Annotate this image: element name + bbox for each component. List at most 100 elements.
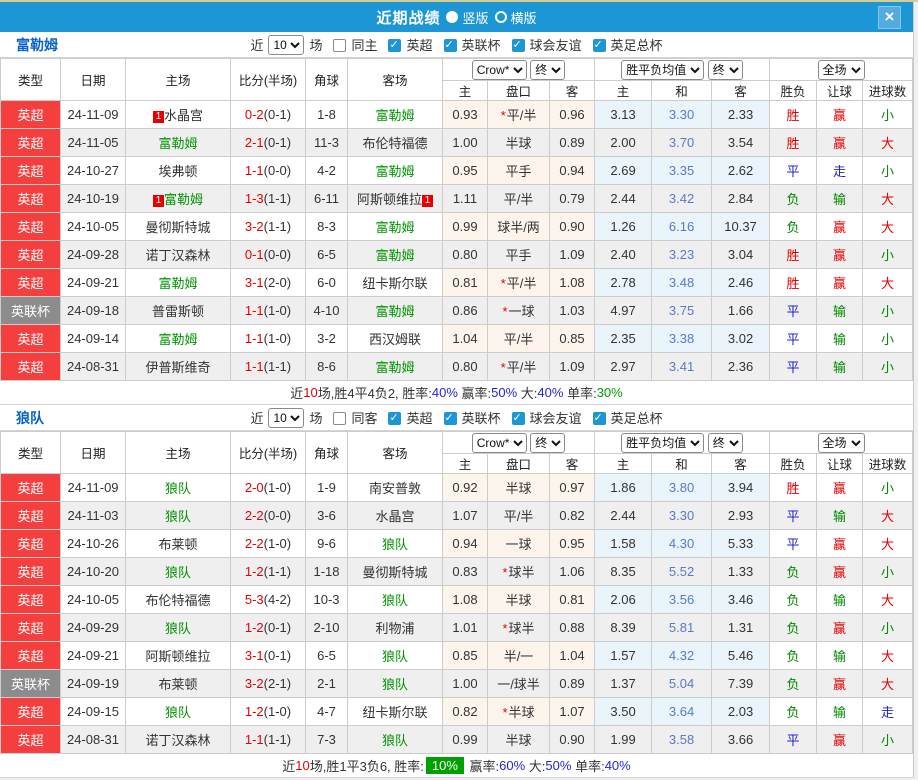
cell-date: 24-09-21 [60,268,126,297]
league-checkbox-premier[interactable] [388,38,402,52]
match-row: 英超 24-10-20 狼队 1-2(1-1) 1-18 曼彻斯特城 0.83 *球半 1.06… [0,557,914,586]
cell-away-team: 南安普敦 [347,473,443,502]
cell-away-odds: 0.81 [548,585,596,614]
cell-corners: 1-18 [305,557,348,586]
cell-corners: 2-10 [305,613,348,642]
cell-result-handicap: 输 [816,641,864,670]
cell-home-odds: 0.81 [442,268,488,297]
same-venue-checkbox[interactable] [333,39,347,52]
cell-result-goals: 小 [862,324,914,353]
cell-home-odds: 0.99 [442,212,488,241]
cell-avg-lose: 1.33 [711,557,771,586]
score-fulltime: 1-1 [244,359,264,374]
cell-result-wdl: 平 [769,352,818,381]
avg-source-select[interactable]: 胜平负均值 [621,432,705,453]
cell-date: 24-11-03 [60,501,126,530]
cell-home-odds: 0.94 [442,529,488,558]
star-icon: * [500,360,506,375]
cell-result-goals: 小 [862,296,914,325]
odds-scope-select[interactable]: 终 [530,59,566,80]
league-label-efl-cup: 英联杯 [461,411,501,426]
cell-home-odds: 1.04 [442,324,488,353]
cell-handicap: *平/半 [487,100,550,129]
radio-vertical-layout[interactable] [446,11,459,23]
matches-table: 类型 日期 主场 比分(半场) 角球 客场 Crow* 终 胜平负均值 终 全场… [0,431,914,754]
home-team-name: 埃弗顿 [158,164,198,179]
cell-handicap: 半球 [487,585,550,614]
match-count-select[interactable]: 10 [268,34,305,55]
home-team-name: 普雷斯顿 [151,304,204,319]
cell-score: 1-1(1-0) [230,324,306,353]
radio-vertical-label[interactable]: 竖版 [462,8,488,27]
score-halftime: (0-0) [263,247,292,262]
cell-score: 2-1(0-1) [230,128,306,157]
col-header-corner: 角球 [305,58,348,101]
score-halftime: (1-0) [263,536,292,551]
result-scope-select[interactable]: 全场 [817,59,865,80]
cell-away-odds: 1.09 [548,240,596,269]
summary-segment: 50% [545,758,572,773]
sub-header-handicap: 盘口 [487,80,550,101]
avg-scope-select[interactable]: 终 [707,432,743,453]
cell-competition: 英超 [0,585,61,614]
cell-avg-win: 3.50 [594,697,653,726]
cell-date: 24-10-20 [60,557,126,586]
league-checkbox-efl-cup[interactable] [443,38,457,52]
league-checkbox-efl-cup[interactable] [443,411,457,425]
away-team-name: 利物浦 [375,621,415,636]
star-icon: * [502,565,508,580]
match-row: 英超 24-11-09 1 水晶宫 0-2(0-1) 1-8 富勒姆 0.93 *平/半 0.96… [0,100,914,129]
cell-away-odds: 1.06 [548,557,596,586]
radio-horizontal-label[interactable]: 横版 [511,8,537,27]
score-halftime: (0-0) [263,508,292,523]
cell-away-team: 纽卡斯尔联 [347,697,443,726]
league-checkbox-friendly[interactable] [511,38,525,52]
cell-handicap: 平手 [487,156,550,185]
away-team-name: 狼队 [381,649,408,664]
cell-result-handicap: 赢 [816,613,864,642]
cell-avg-lose: 10.37 [711,212,771,241]
away-team-name: 富勒姆 [375,360,415,375]
match-row: 英超 24-09-15 狼队 1-2(1-0) 4-7 纽卡斯尔联 0.82 *半球 1.07 3… [0,697,914,726]
league-checkbox-premier[interactable] [388,411,402,425]
cell-score: 1-2(0-1) [230,613,306,642]
match-row: 英超 24-08-31 伊普斯维奇 1-1(1-1) 8-6 富勒姆 0.80 *平/半 1.0… [0,352,914,381]
close-icon[interactable]: × [878,6,901,29]
radio-horizontal-layout[interactable] [494,11,507,23]
home-team-name: 狼队 [164,481,191,496]
cell-avg-win: 2.40 [594,240,653,269]
cell-date: 24-11-09 [60,473,126,502]
sub-header-odds-away: 客 [548,80,596,101]
same-venue-checkbox[interactable] [333,412,347,425]
cell-home-odds: 0.93 [442,100,488,129]
avg-source-select[interactable]: 胜平负均值 [621,59,705,80]
cell-handicap: *一球 [487,296,550,325]
cell-score: 2-2(0-0) [230,501,306,530]
odds-source-select[interactable]: Crow* [471,59,527,80]
cell-away-odds: 0.85 [548,324,596,353]
cell-result-handicap: 输 [816,184,864,213]
cell-avg-lose: 3.02 [711,324,771,353]
league-checkbox-friendly[interactable] [511,411,525,425]
odds-source-select[interactable]: Crow* [471,432,527,453]
cell-avg-win: 8.39 [594,613,653,642]
match-count-select[interactable]: 10 [268,407,305,428]
score-halftime: (2-0) [263,275,292,290]
league-checkbox-fa-cup[interactable] [592,411,606,425]
summary-segment: 40% [431,385,458,400]
result-scope-select[interactable]: 全场 [817,432,865,453]
league-checkbox-fa-cup[interactable] [592,38,606,52]
cell-corners: 4-10 [305,296,348,325]
odds-scope-select[interactable]: 终 [530,432,566,453]
cell-score: 1-1(0-0) [230,156,306,185]
cell-away-odds: 1.07 [548,697,596,726]
match-row: 英超 24-10-26 布莱顿 2-2(1-0) 9-6 狼队 0.94 一球 0.95 1.58… [0,529,914,558]
avg-scope-select[interactable]: 终 [707,59,743,80]
cell-competition: 英联杯 [0,296,61,325]
cell-avg-win: 1.26 [594,212,653,241]
filter-bar: 富勒姆 近 10 场 同主 英超 英联杯 球会友谊 英足总杯 [0,32,913,58]
cell-away-team: 布伦特福德 [347,128,443,157]
home-team-name: 布伦特福德 [145,593,211,608]
cell-corners: 6-0 [305,268,348,297]
away-team-name: 南安普敦 [368,481,421,496]
